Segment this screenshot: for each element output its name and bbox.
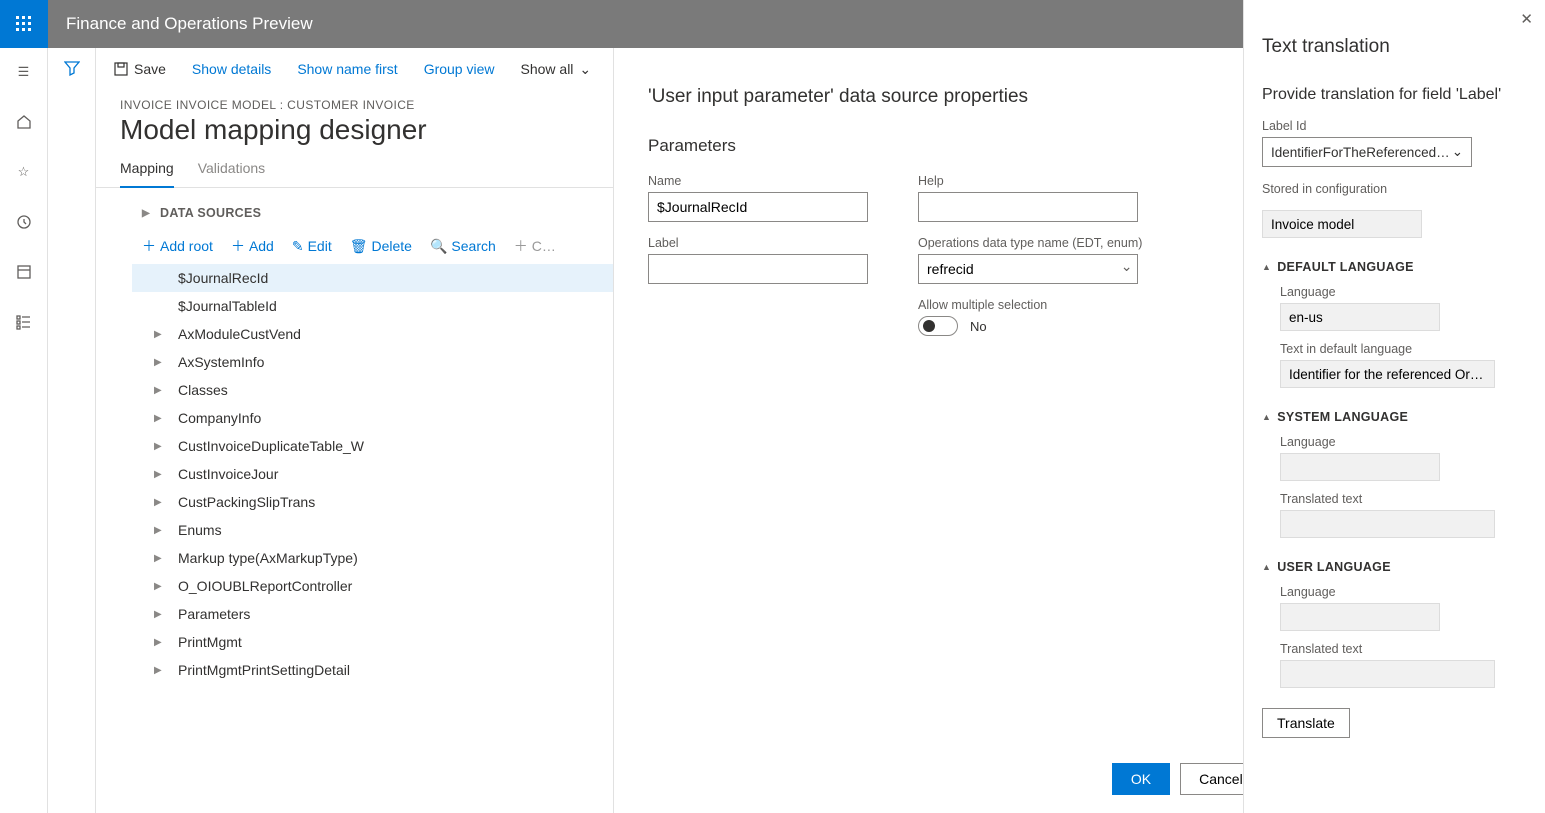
field-name: Name	[648, 174, 868, 222]
group-view-button[interactable]: Group view	[424, 61, 495, 77]
show-all-button[interactable]: Show all ⌄	[521, 61, 592, 78]
expand-icon: ▶	[154, 385, 164, 396]
user-text-input[interactable]	[1280, 660, 1495, 688]
expand-icon: ▶	[154, 665, 164, 676]
stored-label: Stored in configuration	[1262, 182, 1387, 196]
labelid-select[interactable]: IdentifierForTheReferencedOr… ⌄	[1262, 137, 1472, 167]
tree-item-label: CustInvoiceJour	[178, 466, 278, 482]
expand-icon: ▶	[154, 525, 164, 536]
tab-validations[interactable]: Validations	[198, 160, 265, 187]
add-root-button[interactable]: ＋Add root	[142, 236, 213, 256]
system-lang-input[interactable]	[1280, 453, 1440, 481]
add-button[interactable]: ＋Add	[231, 236, 274, 256]
translation-title: Text translation	[1262, 36, 1527, 58]
delete-button[interactable]: 🗑Delete	[350, 236, 412, 256]
field-help: Help	[918, 174, 1142, 222]
app-title: Finance and Operations Preview	[48, 14, 313, 34]
expand-icon: ▶	[154, 441, 164, 452]
expand-icon: ▶	[154, 553, 164, 564]
field-edt: Operations data type name (EDT, enum)	[918, 236, 1142, 284]
modules-icon[interactable]	[8, 306, 40, 338]
plus-icon: ＋	[231, 236, 245, 256]
allow-multi-value: No	[970, 319, 987, 334]
tree-item-label: AxModuleCustVend	[178, 326, 301, 342]
ok-button[interactable]: OK	[1112, 763, 1170, 795]
pencil-icon: ✎	[292, 238, 304, 255]
expand-icon: ▶	[154, 581, 164, 592]
tree-item-label: $JournalRecId	[178, 270, 268, 286]
user-language-section[interactable]: ▲USER LANGUAGE	[1262, 560, 1527, 574]
filter-icon[interactable]	[64, 60, 80, 813]
expand-icon: ▶	[154, 637, 164, 648]
field-allow-multi: Allow multiple selection No	[918, 298, 1142, 336]
expand-icon: ▶	[154, 609, 164, 620]
field-label: Label	[648, 236, 868, 284]
tree-item-label: CustInvoiceDuplicateTable_W	[178, 438, 364, 454]
tree-item-label: CustPackingSlipTrans	[178, 494, 315, 510]
recent-icon[interactable]	[8, 206, 40, 238]
plus-icon: ＋	[142, 236, 156, 256]
default-lang-input[interactable]	[1280, 303, 1440, 331]
nav-rail: ☰ ☆	[0, 48, 48, 813]
expand-icon: ▶	[154, 413, 164, 424]
expand-icon: ▶	[154, 357, 164, 368]
tree-item-label: PrintMgmtPrintSettingDetail	[178, 662, 350, 678]
tree-item-label: O_OIOUBLReportController	[178, 578, 352, 594]
close-icon[interactable]: ✕	[1520, 10, 1533, 28]
chevron-right-icon: ▶	[142, 208, 150, 219]
filter-column	[48, 48, 96, 813]
chevron-down-icon: ⌄	[1452, 144, 1463, 160]
edit-button[interactable]: ✎Edit	[292, 236, 332, 256]
more-button[interactable]: ＋C…	[514, 236, 556, 256]
search-icon: 🔍	[430, 238, 447, 255]
translation-panel: ✕ Text translation Provide translation f…	[1243, 0, 1545, 813]
triangle-icon: ▲	[1262, 562, 1271, 572]
tree-item-label: Markup type(AxMarkupType)	[178, 550, 358, 566]
tree-item-label: PrintMgmt	[178, 634, 242, 650]
translation-subtitle: Provide translation for field 'Label'	[1262, 86, 1527, 104]
default-text-input[interactable]	[1280, 360, 1495, 388]
expand-icon: ▶	[154, 497, 164, 508]
tree-item-label: Parameters	[178, 606, 250, 622]
triangle-icon: ▲	[1262, 412, 1271, 422]
show-details-button[interactable]: Show details	[192, 61, 271, 77]
save-button[interactable]: Save	[114, 61, 166, 77]
edt-input[interactable]	[918, 254, 1138, 284]
expand-icon: ▶	[154, 469, 164, 480]
help-input[interactable]	[918, 192, 1138, 222]
allow-multi-toggle[interactable]	[918, 316, 958, 336]
tree-item-label: CompanyInfo	[178, 410, 261, 426]
triangle-icon: ▲	[1262, 262, 1271, 272]
trash-icon: 🗑	[350, 238, 368, 255]
label-input[interactable]	[648, 254, 868, 284]
search-button[interactable]: 🔍Search	[430, 236, 496, 256]
system-language-section[interactable]: ▲SYSTEM LANGUAGE	[1262, 410, 1527, 424]
default-language-section[interactable]: ▲DEFAULT LANGUAGE	[1262, 260, 1527, 274]
tree-item-label: Classes	[178, 382, 228, 398]
chevron-down-icon: ⌄	[579, 61, 591, 78]
plus-icon: ＋	[514, 236, 528, 256]
tab-mapping[interactable]: Mapping	[120, 160, 174, 188]
home-icon[interactable]	[8, 106, 40, 138]
star-icon[interactable]: ☆	[8, 156, 40, 188]
system-text-input[interactable]	[1280, 510, 1495, 538]
save-label: Save	[134, 61, 166, 77]
tree-item-label: AxSystemInfo	[178, 354, 264, 370]
tree-item-label: Enums	[178, 522, 222, 538]
expand-icon: ▶	[154, 329, 164, 340]
stored-input[interactable]	[1262, 210, 1422, 238]
hamburger-icon[interactable]: ☰	[8, 56, 40, 88]
show-name-first-button[interactable]: Show name first	[297, 61, 397, 77]
waffle-icon[interactable]	[0, 0, 48, 48]
workspace-icon[interactable]	[8, 256, 40, 288]
user-lang-input[interactable]	[1280, 603, 1440, 631]
tree-item-label: $JournalTableId	[178, 298, 277, 314]
name-input[interactable]	[648, 192, 868, 222]
translate-action-button[interactable]: Translate	[1262, 708, 1350, 738]
labelid-label: Label Id	[1262, 119, 1306, 133]
